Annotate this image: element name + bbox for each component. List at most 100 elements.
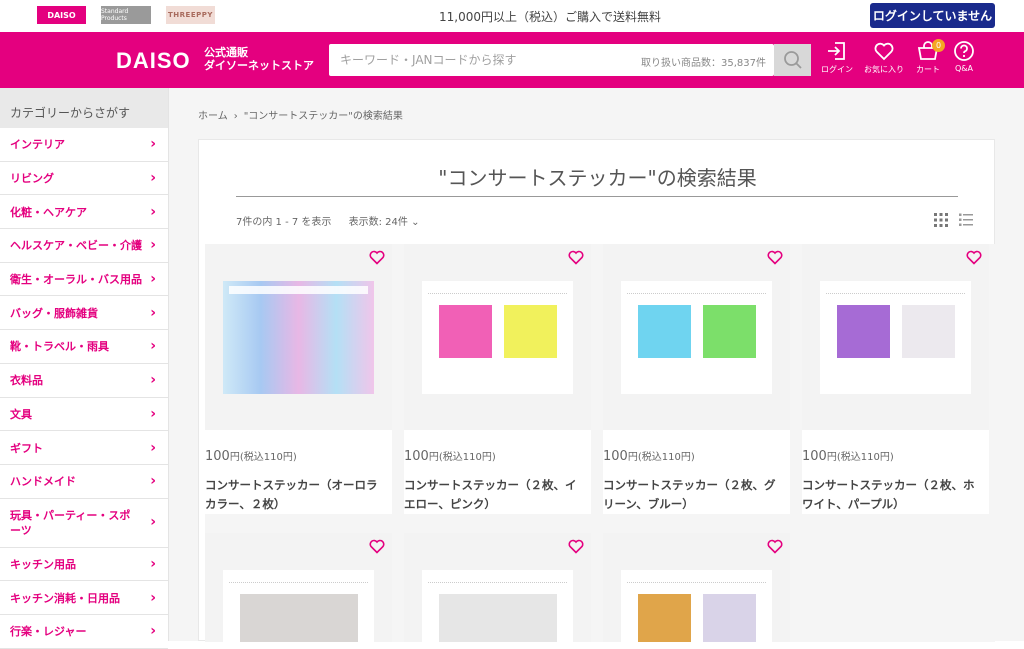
sidebar-item-kitchen[interactable]: キッチン用品 › — [0, 548, 168, 582]
title-divider — [236, 196, 958, 197]
chevron-right-icon: › — [150, 589, 156, 606]
sidebar-item-handmade[interactable]: ハンドメイド › — [0, 465, 168, 499]
sidebar-item-clothing[interactable]: 衣料品 › — [0, 364, 168, 398]
sidebar-item-label: 靴・トラベル・雨具 — [10, 340, 109, 354]
product-card[interactable]: 100円(税込110円) コンサートステッカー（オーロラカラー、２枚） — [205, 244, 392, 514]
product-name[interactable]: コンサートステッカー（２枚、ホワイト、パープル） — [802, 476, 985, 514]
sidebar-item-leisure[interactable]: 行楽・レジャー › — [0, 615, 168, 649]
favorite-heart-icon[interactable] — [369, 250, 385, 265]
chevron-right-icon: › — [150, 170, 156, 187]
search-button[interactable] — [774, 44, 811, 76]
favorite-heart-icon[interactable] — [568, 250, 584, 265]
product-package-image — [223, 570, 374, 642]
sticker-swatch — [837, 305, 890, 358]
chevron-right-icon: › — [150, 372, 156, 389]
breadcrumb: ホーム › "コンサートステッカー"の検索結果 — [198, 107, 403, 122]
chevron-right-icon: › — [150, 473, 156, 490]
cart-link[interactable]: 0 カート — [908, 39, 948, 84]
product-image[interactable] — [205, 244, 392, 430]
sidebar-item-living[interactable]: リビング › — [0, 162, 168, 196]
sticker-swatch — [439, 305, 492, 358]
chevron-right-icon: › — [150, 237, 156, 254]
product-image[interactable] — [404, 533, 591, 642]
sidebar-item-label: キッチン消耗・日用品 — [10, 591, 120, 605]
sidebar-item-kitchen-consumables[interactable]: キッチン消耗・日用品 › — [0, 581, 168, 615]
package-label — [229, 575, 368, 583]
favorites-label: お気に入り — [864, 65, 904, 74]
standard-products-brand-link[interactable]: Standard Products — [101, 6, 151, 24]
product-card[interactable]: 100円(税込110円) コンサートステッカー（２枚、ホワイト、パープル） — [802, 244, 989, 514]
chevron-right-icon: › — [150, 136, 156, 153]
favorites-link[interactable]: お気に入り — [864, 40, 904, 84]
sidebar-item-gift[interactable]: ギフト › — [0, 431, 168, 465]
login-link[interactable]: ログイン — [817, 40, 857, 84]
product-price: 100円(税込110円) — [205, 448, 297, 464]
sidebar-item-label: ギフト — [10, 441, 43, 455]
sidebar-item-cosmetics[interactable]: 化粧・ヘアケア › — [0, 195, 168, 230]
sidebar-item-label: 文具 — [10, 407, 32, 421]
price-value: 100 — [205, 449, 230, 464]
product-image[interactable] — [603, 244, 790, 430]
product-name[interactable]: コンサートステッカー（２枚、イエロー、ピンク） — [404, 476, 587, 514]
sidebar-item-shoes-travel[interactable]: 靴・トラベル・雨具 › — [0, 330, 168, 364]
sidebar-title: カテゴリーからさがす — [0, 88, 168, 128]
product-card[interactable]: 100円(税込110円) コンサートステッカー（２枚、グリーン、ブルー） — [603, 244, 790, 514]
product-card[interactable] — [603, 533, 790, 642]
product-image[interactable] — [404, 244, 591, 430]
product-image[interactable] — [205, 533, 392, 642]
sidebar-item-label: 衣料品 — [10, 374, 43, 388]
product-name[interactable]: コンサートステッカー（オーロラカラー、２枚） — [205, 476, 388, 514]
price-tax: 円(税込110円) — [229, 452, 297, 463]
sticker-swatch — [902, 305, 955, 358]
page-title: "コンサートステッカー"の検索結果 — [438, 166, 757, 190]
daiso-logo[interactable]: DAISO — [116, 48, 191, 74]
product-card[interactable] — [205, 533, 392, 642]
free-shipping-notice: 11,000円以上（税込）ご購入で送料無料 — [439, 10, 661, 24]
login-status-button[interactable]: ログインしていません — [870, 3, 995, 28]
sticker-swatch — [703, 594, 756, 642]
product-card[interactable]: 100円(税込110円) コンサートステッカー（２枚、イエロー、ピンク） — [404, 244, 591, 514]
logo-sub-line2: ダイソーネットストア — [204, 59, 314, 72]
sidebar-item-interior[interactable]: インテリア › — [0, 128, 168, 162]
product-image[interactable] — [802, 244, 989, 430]
main-content: ホーム › "コンサートステッカー"の検索結果 "コンサートステッカー"の検索結果 … — [169, 88, 1024, 642]
sidebar-item-hygiene[interactable]: 衛生・オーラル・バス用品 › — [0, 263, 168, 297]
product-package-image — [422, 281, 573, 394]
sidebar-item-label: 化粧・ヘアケア — [10, 205, 87, 219]
daiso-brand-link[interactable]: DAISO — [37, 6, 86, 24]
breadcrumb-home[interactable]: ホーム — [198, 111, 228, 122]
product-card[interactable] — [404, 533, 591, 642]
package-label — [428, 286, 567, 294]
product-grid: 100円(税込110円) コンサートステッカー（オーロラカラー、２枚） 100円… — [205, 244, 995, 642]
sidebar-item-stationery[interactable]: 文具 › — [0, 398, 168, 432]
product-name[interactable]: コンサートステッカー（２枚、グリーン、ブルー） — [603, 476, 786, 514]
sidebar-item-bags[interactable]: バッグ・服飾雑貨 › — [0, 296, 168, 331]
favorite-heart-icon[interactable] — [369, 539, 385, 554]
store-name-logo[interactable]: 公式通販 ダイソーネットストア — [204, 46, 314, 72]
sticker-swatch — [638, 305, 691, 358]
search-input[interactable] — [329, 44, 629, 76]
favorite-heart-icon[interactable] — [767, 539, 783, 554]
per-page-select[interactable]: 表示数: 24件 ⌄ — [349, 217, 420, 228]
list-view-icon[interactable] — [959, 213, 973, 227]
sidebar-item-label: ハンドメイド — [10, 475, 76, 489]
price-tax: 円(税込110円) — [627, 452, 695, 463]
chevron-right-icon: › — [150, 405, 156, 422]
package-label — [826, 286, 965, 294]
threeppy-brand-link[interactable]: THREEPPY — [166, 6, 215, 24]
product-package-image — [820, 281, 971, 394]
chevron-right-icon: › — [150, 203, 156, 220]
favorite-heart-icon[interactable] — [568, 539, 584, 554]
login-label: ログイン — [821, 65, 853, 74]
product-package-image — [621, 281, 772, 394]
product-price: 100円(税込110円) — [603, 448, 695, 464]
sidebar-item-label: 玩具・パーティー・スポーツ — [10, 508, 131, 537]
product-image[interactable] — [603, 533, 790, 642]
favorite-heart-icon[interactable] — [966, 250, 982, 265]
sidebar-item-toys[interactable]: 玩具・パーティー・スポーツ › — [0, 499, 168, 548]
qa-link[interactable]: Q&A — [944, 40, 984, 84]
favorite-heart-icon[interactable] — [767, 250, 783, 265]
package-label — [627, 286, 766, 294]
grid-view-icon[interactable] — [934, 213, 948, 227]
sidebar-item-healthcare[interactable]: ヘルスケア・ベビー・介護 › — [0, 229, 168, 263]
